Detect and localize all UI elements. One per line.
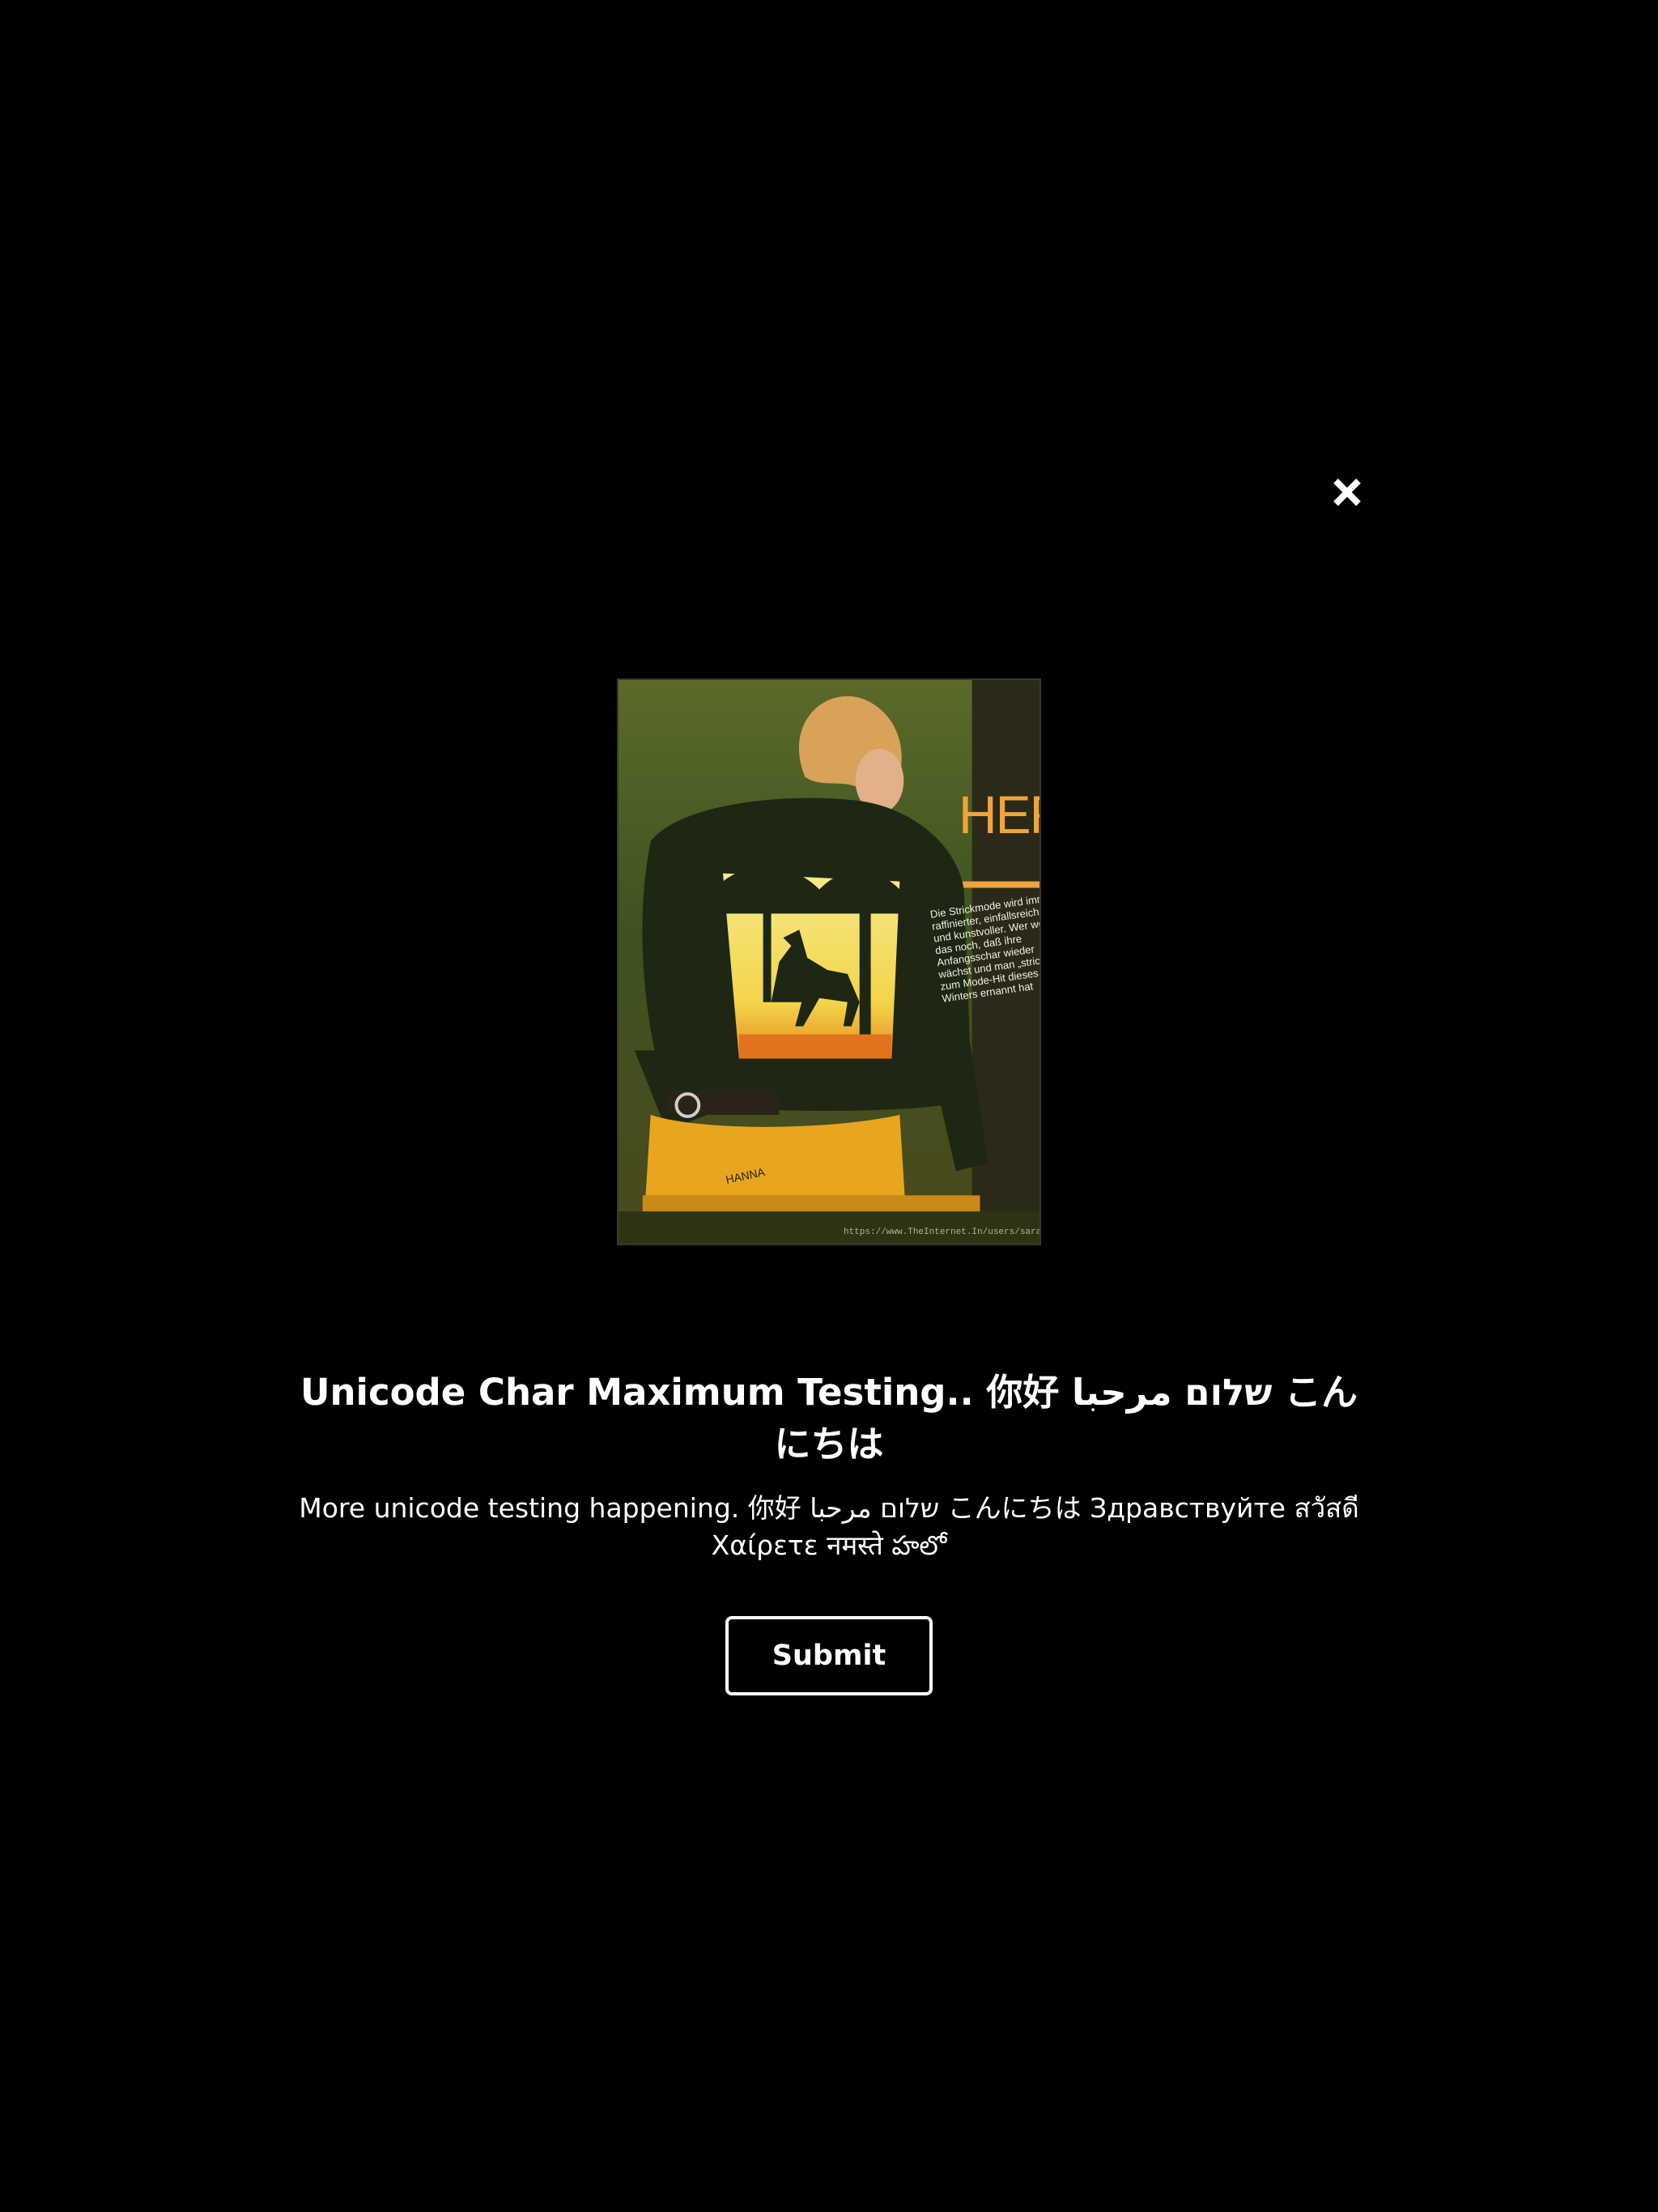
cover-text: Die Strickmode wird immer raffinierter, … — [929, 891, 1041, 1005]
close-icon — [1333, 479, 1361, 506]
cover-title: HER — [959, 785, 1039, 844]
magazine-cover-image: HER Die Strickmode wird immer raffiniert… — [617, 678, 1041, 1245]
close-button[interactable] — [1324, 470, 1370, 515]
submit-button[interactable]: Submit — [725, 1616, 933, 1695]
dialog-description: More unicode testing happening. 你好 שלום … — [299, 1492, 1359, 1561]
cover-url: https://www.TheInternet.In/users/sarasd/ — [844, 1227, 1041, 1237]
dialog-title: Unicode Char Maximum Testing.. 你好 שלום م… — [300, 1371, 1358, 1465]
